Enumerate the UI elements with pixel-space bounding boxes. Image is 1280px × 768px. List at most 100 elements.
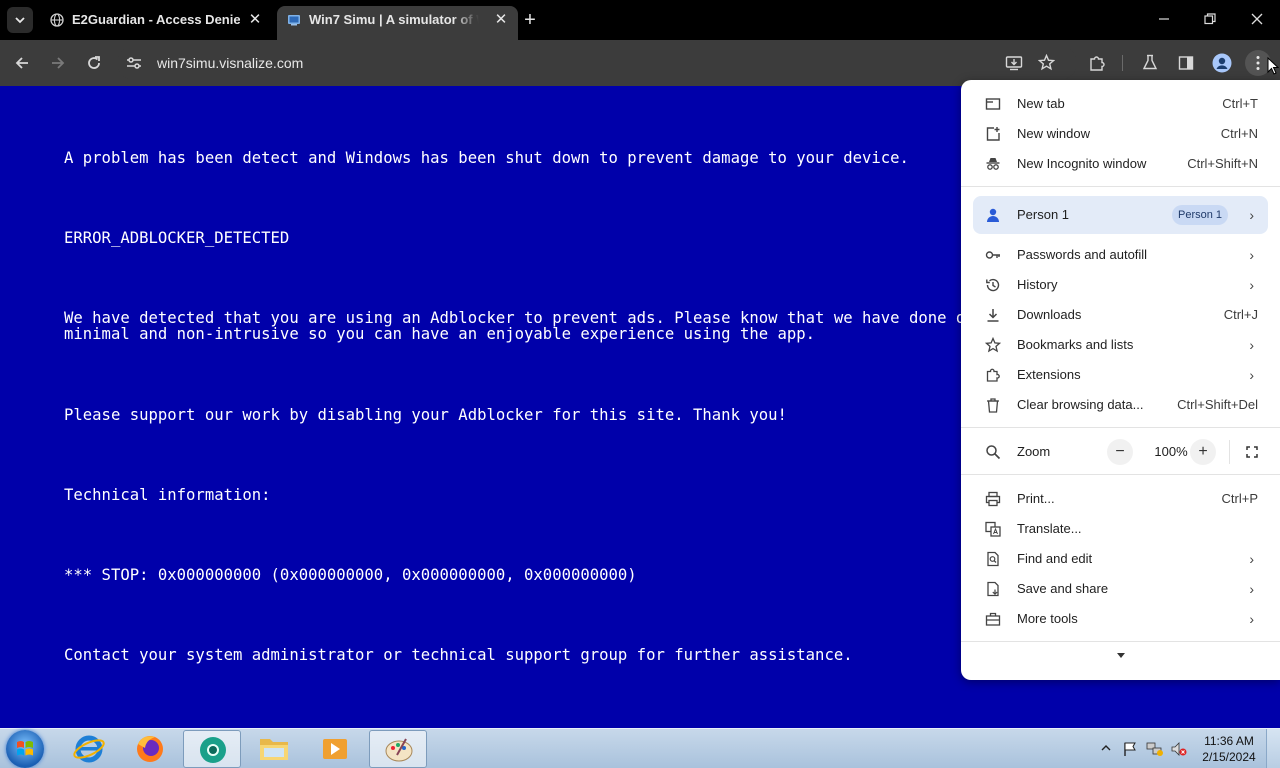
toolbox-icon bbox=[985, 612, 1001, 626]
close-icon[interactable]: ✕ bbox=[494, 6, 508, 34]
close-icon[interactable]: ✕ bbox=[248, 6, 262, 34]
menu-new-tab[interactable]: New tab Ctrl+T bbox=[961, 89, 1280, 119]
taskbar-chrome[interactable] bbox=[183, 730, 241, 768]
profile-icon bbox=[1212, 53, 1232, 73]
menu-item-label: Extensions bbox=[1017, 367, 1081, 382]
menu-passwords[interactable]: Passwords and autofill › bbox=[961, 240, 1280, 270]
menu-shortcut: Ctrl+P bbox=[1221, 491, 1258, 506]
side-panel-icon bbox=[1178, 56, 1194, 70]
clock-time: 11:36 AM bbox=[1204, 734, 1254, 748]
menu-extensions[interactable]: Extensions › bbox=[961, 360, 1280, 390]
menu-separator bbox=[961, 186, 1280, 187]
menu-item-label: Bookmarks and lists bbox=[1017, 337, 1134, 352]
side-panel-button[interactable] bbox=[1173, 50, 1199, 76]
labs-button[interactable] bbox=[1137, 50, 1163, 76]
taskbar: 11:36 AM 2/15/2024 bbox=[0, 728, 1280, 768]
close-icon bbox=[1251, 13, 1263, 25]
restore-button[interactable] bbox=[1198, 8, 1222, 32]
tab-strip: E2Guardian - Access Denied ✕ Win7 Simu |… bbox=[0, 0, 1280, 40]
show-hidden-icons-icon[interactable] bbox=[1101, 743, 1111, 753]
menu-item-label: Save and share bbox=[1017, 581, 1109, 596]
menu-item-label: Translate... bbox=[1017, 521, 1082, 536]
menu-shortcut: Ctrl+N bbox=[1220, 126, 1258, 141]
puzzle-icon bbox=[1090, 56, 1105, 71]
menu-item-label: Downloads bbox=[1017, 307, 1082, 322]
action-center-flag-icon[interactable] bbox=[1122, 741, 1138, 757]
taskbar-ie[interactable] bbox=[60, 730, 118, 768]
taskbar-clock[interactable]: 11:36 AM 2/15/2024 bbox=[1196, 733, 1262, 765]
menu-clear-browsing-data[interactable]: Clear browsing data... Ctrl+Shift+Del bbox=[961, 390, 1280, 420]
bsod-line-problem: A problem has been detect and Windows ha… bbox=[64, 149, 909, 167]
windows-logo-icon bbox=[17, 741, 33, 756]
network-icon[interactable] bbox=[1146, 741, 1164, 757]
bsod-contact: Contact your system administrator or tec… bbox=[64, 646, 853, 664]
fullscreen-icon bbox=[1246, 446, 1258, 458]
menu-print[interactable]: Print... Ctrl+P bbox=[961, 484, 1280, 514]
menu-item-label: Person 1 bbox=[1017, 207, 1070, 222]
menu-scroll-down[interactable] bbox=[1111, 648, 1131, 664]
menu-new-incognito[interactable]: New Incognito window Ctrl+Shift+N bbox=[961, 149, 1280, 179]
reload-button[interactable] bbox=[81, 50, 107, 76]
incognito-icon bbox=[986, 158, 1000, 170]
volume-muted-icon[interactable] bbox=[1170, 741, 1188, 757]
download-icon bbox=[987, 309, 999, 322]
bsod-para-line2: minimal and non-intrusive so you can hav… bbox=[64, 325, 816, 343]
install-button[interactable] bbox=[1001, 50, 1027, 76]
menu-new-window[interactable]: New window Ctrl+N bbox=[961, 119, 1280, 149]
close-window-button[interactable] bbox=[1245, 8, 1269, 32]
tab-win7simu[interactable]: Win7 Simu | A simulator of Windows 7 ✕ bbox=[277, 6, 518, 40]
tab-e2guardian[interactable]: E2Guardian - Access Denied ✕ bbox=[40, 6, 272, 40]
back-button[interactable] bbox=[9, 50, 35, 76]
profile-button[interactable] bbox=[1209, 50, 1235, 76]
menu-shortcut: Ctrl+T bbox=[1222, 96, 1258, 111]
minimize-button[interactable] bbox=[1152, 8, 1176, 32]
toolbar-divider bbox=[1122, 55, 1123, 71]
zoom-in-button[interactable]: + bbox=[1190, 439, 1216, 465]
menu-separator bbox=[961, 641, 1280, 642]
zoom-out-button[interactable]: − bbox=[1107, 439, 1133, 465]
chevron-right-icon: › bbox=[1249, 207, 1254, 223]
taskbar-explorer[interactable] bbox=[245, 730, 303, 768]
arrow-right-icon bbox=[52, 57, 65, 69]
paint-icon bbox=[385, 738, 413, 762]
bookmark-button[interactable] bbox=[1033, 50, 1059, 76]
minimize-icon bbox=[1159, 18, 1169, 20]
start-button[interactable] bbox=[6, 730, 44, 768]
taskbar-media-player[interactable] bbox=[306, 730, 364, 768]
menu-translate[interactable]: Translate... bbox=[961, 514, 1280, 544]
browser-icon bbox=[200, 737, 226, 763]
bsod-stop-code: *** STOP: 0x000000000 (0x000000000, 0x00… bbox=[64, 566, 637, 584]
bsod-tech-heading: Technical information: bbox=[64, 486, 271, 504]
internet-explorer-icon bbox=[73, 735, 105, 763]
arrow-left-icon bbox=[15, 57, 28, 69]
plus-icon[interactable]: + bbox=[520, 8, 540, 32]
printer-icon bbox=[985, 491, 1001, 507]
menu-separator bbox=[961, 474, 1280, 475]
globe-icon bbox=[50, 13, 64, 27]
menu-find-and-edit[interactable]: Find and edit › bbox=[961, 544, 1280, 574]
find-icon bbox=[987, 551, 999, 567]
folder-icon bbox=[260, 739, 288, 760]
extensions-button[interactable] bbox=[1084, 50, 1110, 76]
menu-more-tools[interactable]: More tools › bbox=[961, 604, 1280, 634]
new-window-icon bbox=[986, 127, 1000, 141]
person-badge: Person 1 bbox=[1172, 205, 1228, 225]
show-desktop-button[interactable] bbox=[1266, 729, 1280, 768]
menu-separator bbox=[961, 427, 1280, 428]
menu-downloads[interactable]: Downloads Ctrl+J bbox=[961, 300, 1280, 330]
history-icon bbox=[986, 278, 1000, 292]
win7simu-favicon bbox=[288, 15, 300, 26]
taskbar-firefox[interactable] bbox=[121, 730, 179, 768]
address-bar[interactable]: win7simu.visnalize.com bbox=[117, 46, 1077, 80]
taskbar-paint[interactable] bbox=[369, 730, 427, 768]
tune-icon[interactable] bbox=[125, 54, 143, 72]
bsod-support: Please support our work by disabling you… bbox=[64, 406, 787, 424]
menu-bookmarks[interactable]: Bookmarks and lists › bbox=[961, 330, 1280, 360]
fullscreen-button[interactable] bbox=[1241, 439, 1263, 465]
menu-history[interactable]: History › bbox=[961, 270, 1280, 300]
menu-person[interactable]: Person 1 Person 1 › bbox=[973, 196, 1268, 234]
person-icon bbox=[987, 208, 999, 222]
tab-search-button[interactable] bbox=[7, 7, 33, 33]
forward-button[interactable] bbox=[45, 50, 71, 76]
menu-save-and-share[interactable]: Save and share › bbox=[961, 574, 1280, 604]
